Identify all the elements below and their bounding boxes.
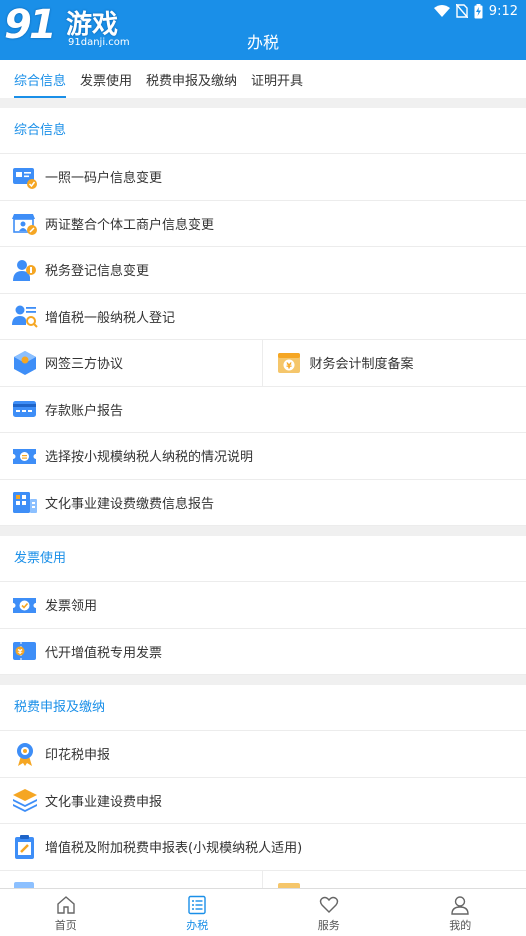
list-row: 发票领用: [0, 582, 526, 629]
menu-item-label: 财务会计制度备案: [309, 357, 414, 373]
battery-charging-icon: [474, 3, 483, 18]
menu-item-label: 增值税及附加税费申报表(小规模纳税人适用): [45, 841, 303, 857]
menu-item-invoice-collection[interactable]: 发票领用: [0, 582, 526, 628]
menu-item-label: 两证整合个体工商户信息变更: [45, 217, 215, 233]
menu-item-label: 存款账户报告: [45, 403, 124, 419]
person-tag-icon: [13, 259, 36, 281]
menu-item-tax-registration-change[interactable]: 税务登记信息变更: [0, 247, 526, 293]
page-title: 办税: [246, 33, 279, 52]
menu-item-label: 文化事业建设费申报: [45, 794, 163, 810]
menu-item-label: 税务登记信息变更: [45, 264, 150, 280]
menu-item-label: 一照一码户信息变更: [45, 171, 163, 187]
tab-invoice-use[interactable]: 发票使用: [74, 60, 138, 98]
nav-label: 服务: [317, 919, 340, 932]
menu-item-accounting-system-filing[interactable]: ¥ 财务会计制度备案: [261, 340, 526, 386]
tab-comprehensive-info[interactable]: 综合信息: [8, 60, 72, 98]
ticket-icon: [13, 448, 36, 464]
list-row: 文化事业建设费申报: [0, 778, 526, 824]
cube-icon: [14, 350, 36, 375]
clipboard-icon: [15, 834, 34, 859]
menu-item-small-scale-taxpayer-statement[interactable]: 选择按小规模纳税人纳税的情况说明: [0, 433, 526, 479]
menu-item-deposit-account-report[interactable]: 存款账户报告: [0, 387, 526, 433]
menu-item-label: 文化事业建设费缴费信息报告: [45, 496, 215, 512]
stamp-medal-icon: [17, 742, 33, 766]
building-icon: [13, 492, 37, 514]
nav-tax[interactable]: 办税: [132, 889, 264, 936]
section-title: 综合信息: [0, 108, 526, 154]
invoice-yuan-icon: ¥: [13, 642, 36, 661]
menu-item-cultural-fee-filing[interactable]: 文化事业建设费申报: [0, 778, 526, 824]
menu-item-label: 选择按小规模纳税人纳税的情况说明: [45, 450, 254, 466]
list-row: 选择按小规模纳税人纳税的情况说明: [0, 433, 526, 480]
list-row: 税务登记信息变更: [0, 247, 526, 294]
menu-item-cultural-fee-info-report[interactable]: 文化事业建设费缴费信息报告: [0, 480, 526, 526]
nav-label: 办税: [186, 919, 209, 932]
nav-label: 我的: [449, 919, 472, 932]
yuan-window-icon: ¥: [277, 352, 300, 373]
menu-item-label: 增值税一般纳税人登记: [45, 310, 176, 326]
menu-item-vat-general-taxpayer-registration[interactable]: 增值税一般纳税人登记: [0, 294, 526, 340]
id-card-icon: [13, 167, 37, 189]
menu-item-label: 印花税申报: [45, 748, 111, 764]
menu-item-issue-vat-special-invoice[interactable]: ¥ 代开增值税专用发票: [0, 629, 526, 675]
user-icon: [451, 896, 469, 915]
list-icon: [188, 895, 206, 915]
section-comprehensive-info: 综合信息 一照一码户信息变更 两证整合个体工商户信息变更 税务登记信息变更 增值…: [0, 108, 526, 526]
list-row: 网签三方协议 ¥ 财务会计制度备案: [0, 340, 526, 387]
list-row: 两证整合个体工商户信息变更: [0, 201, 526, 247]
home-icon: [57, 896, 75, 914]
bottom-navigation: 首页 办税 服务 我的: [0, 888, 526, 936]
list-row: 增值税一般纳税人登记: [0, 294, 526, 340]
section-title: 发票使用: [0, 536, 526, 582]
category-tabs: 综合信息 发票使用 税费申报及缴纳 证明开具: [0, 60, 526, 98]
menu-item-label: 网签三方协议: [45, 357, 124, 373]
menu-item-label: 发票领用: [45, 599, 98, 615]
menu-item-business-license-change[interactable]: 一照一码户信息变更: [0, 154, 526, 200]
tab-certificate-issuance[interactable]: 证明开具: [245, 60, 309, 98]
menu-item-label: 代开增值税专用发票: [45, 645, 163, 661]
layers-icon: [13, 789, 37, 813]
status-bar: 9:12: [433, 2, 518, 20]
list-row: 印花税申报: [0, 731, 526, 778]
nav-home[interactable]: 首页: [0, 889, 132, 936]
menu-item-individual-business-change[interactable]: 两证整合个体工商户信息变更: [0, 201, 526, 247]
heart-icon: [319, 896, 338, 913]
list-row: ¥ 代开增值税专用发票: [0, 629, 526, 675]
status-time: 9:12: [488, 3, 518, 19]
shop-icon: [12, 214, 37, 236]
list-row: 存款账户报告: [0, 387, 526, 433]
menu-item-stamp-duty-filing[interactable]: 印花税申报: [0, 731, 526, 777]
menu-item-tripartite-agreement[interactable]: 网签三方协议: [0, 340, 262, 386]
bank-card-icon: [13, 401, 36, 418]
tab-tax-filing-payment[interactable]: 税费申报及缴纳: [140, 60, 243, 98]
svg-text:¥: ¥: [286, 361, 292, 370]
menu-item-vat-surtax-return-small-scale[interactable]: 增值税及附加税费申报表(小规模纳税人适用): [0, 824, 526, 870]
svg-text:¥: ¥: [18, 648, 23, 656]
main-content: 综合信息 一照一码户信息变更 两证整合个体工商户信息变更 税务登记信息变更 增值…: [0, 108, 526, 927]
list-row: 文化事业建设费缴费信息报告: [0, 480, 526, 526]
invoice-check-icon: [13, 597, 36, 613]
nav-label: 首页: [54, 919, 77, 932]
person-search-icon: [12, 305, 38, 328]
section-invoice-use: 发票使用 发票领用 ¥ 代开增值税专用发票: [0, 536, 526, 675]
section-title: 税费申报及缴纳: [0, 685, 526, 731]
list-row: 增值税及附加税费申报表(小规模纳税人适用): [0, 824, 526, 871]
wifi-icon: [433, 4, 450, 17]
no-sim-icon: [455, 4, 468, 18]
nav-mine[interactable]: 我的: [395, 889, 526, 936]
section-tax-filing-payment: 税费申报及缴纳 印花税申报 文化事业建设费申报 增值税及附加税费申报表(小规模纳…: [0, 685, 526, 917]
nav-service[interactable]: 服务: [263, 889, 395, 936]
list-row: 一照一码户信息变更: [0, 154, 526, 201]
app-header: 91 游戏 91danji.com 9:12 办税: [0, 0, 526, 60]
